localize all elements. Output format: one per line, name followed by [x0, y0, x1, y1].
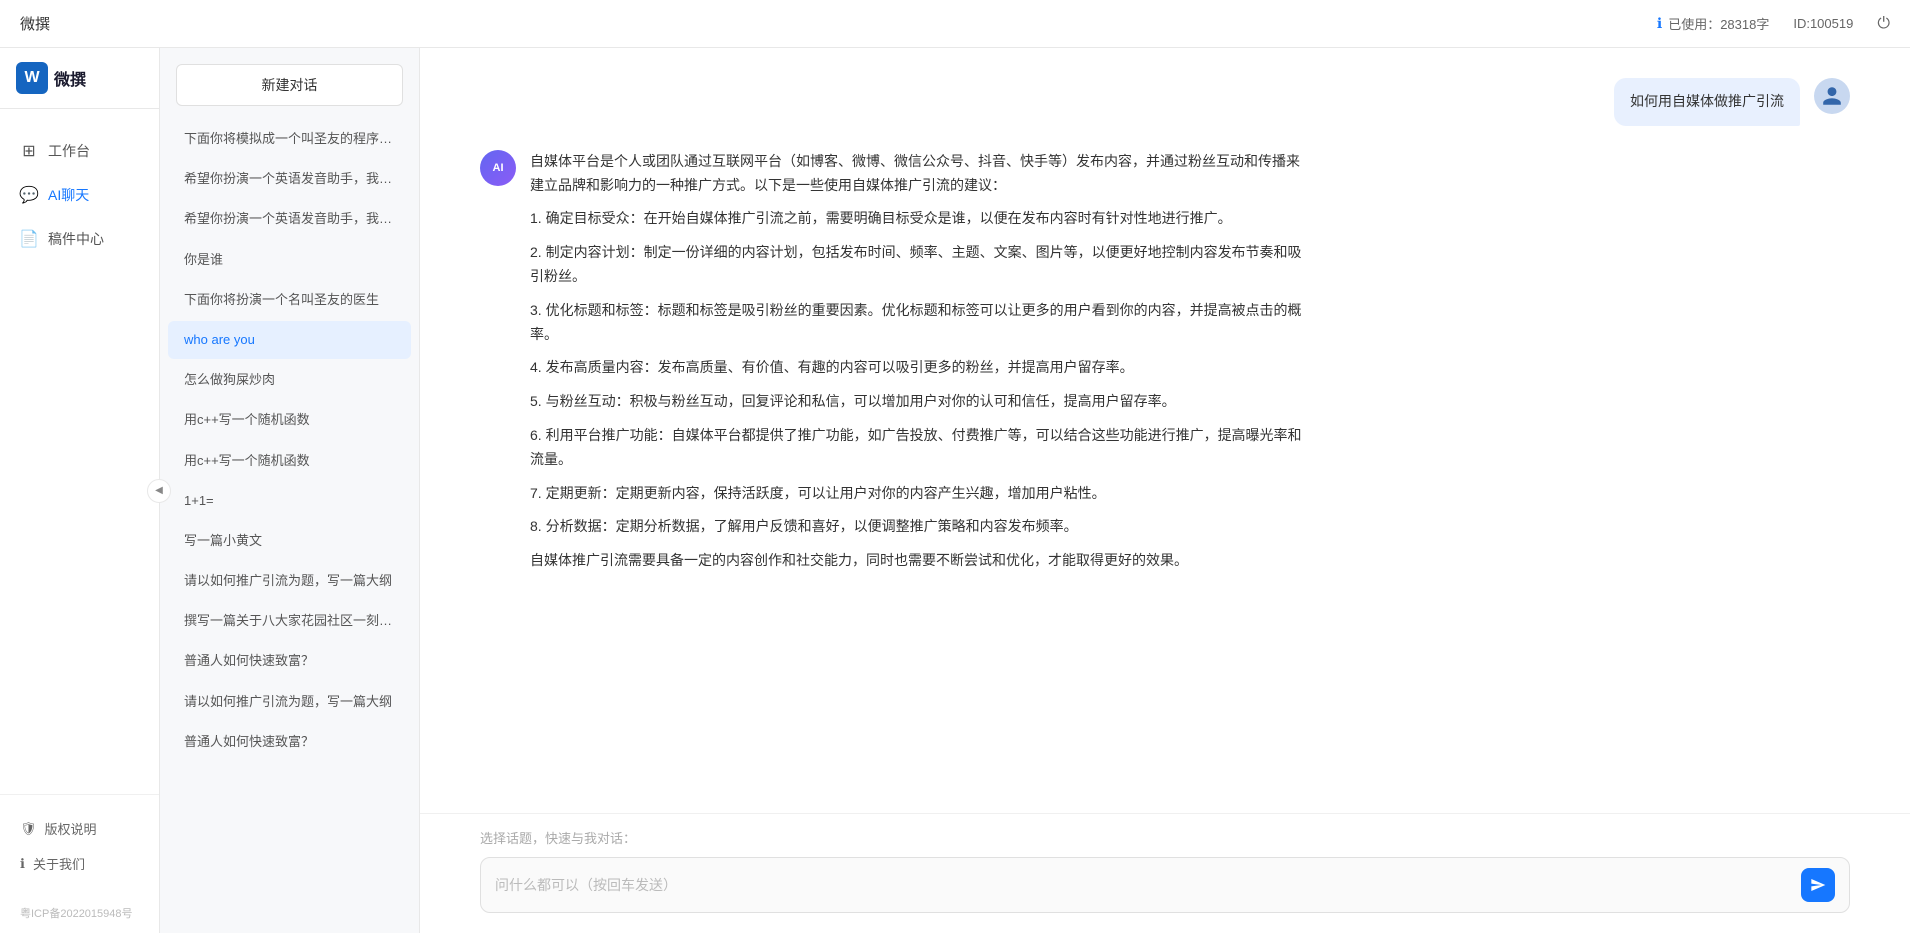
chat-history-panel: 新建对话 下面你将模拟成一个叫圣友的程序员，我说... 希望你扮演一个英语发音助…	[160, 48, 420, 933]
power-icon[interactable]: ⏻	[1877, 15, 1890, 33]
list-item[interactable]: 用c++写一个随机函数	[168, 401, 411, 439]
ai-message-bubble: 自媒体平台是个人或团队通过互联网平台（如博客、微博、微信公众号、抖音、快手等）发…	[530, 150, 1310, 583]
list-item[interactable]: 你是谁	[168, 241, 411, 279]
ai-point-7: 7. 定期更新：定期更新内容，保持活跃度，可以让用户对你的内容产生兴趣，增加用户…	[530, 482, 1310, 506]
ai-point-1: 1. 确定目标受众：在开始自媒体推广引流之前，需要明确目标受众是谁，以便在发布内…	[530, 207, 1310, 231]
sidebar-item-copyright[interactable]: 🛡 版权说明	[20, 811, 139, 846]
document-icon: 📄	[20, 230, 38, 248]
ai-point-4: 4. 发布高质量内容：发布高质量、有价值、有趣的内容可以吸引更多的粉丝，并提高用…	[530, 356, 1310, 380]
list-item[interactable]: 下面你将模拟成一个叫圣友的程序员，我说...	[168, 120, 411, 158]
list-item[interactable]: 普通人如何快速致富？	[168, 642, 411, 680]
id-text: ID:100519	[1793, 16, 1853, 31]
sidebar-collapse-button[interactable]: ◀	[147, 479, 171, 503]
quick-topics: 选择话题，快速与我对话：	[480, 828, 1850, 847]
ai-intro: 自媒体平台是个人或团队通过互联网平台（如博客、微博、微信公众号、抖音、快手等）发…	[530, 150, 1310, 198]
chat-main: 如何用自媒体做推广引流 AI 自媒体平台是个人或团队通过互联网平台（如博客、微博…	[420, 48, 1910, 933]
chat-icon: 💬	[20, 186, 38, 204]
topbar: 微撰 ℹ 已使用：28318字 ID:100519 ⏻	[0, 0, 1910, 48]
input-box-wrapper	[480, 857, 1850, 913]
list-item[interactable]: 写一篇小黄文	[168, 522, 411, 560]
topbar-right: ℹ 已使用：28318字 ID:100519 ⏻	[1657, 14, 1890, 33]
sidebar-item-about-label: 关于我们	[33, 854, 85, 873]
list-item[interactable]: 希望你扮演一个英语发音助手，我提供给你...	[168, 200, 411, 238]
list-item-active[interactable]: who are you	[168, 321, 411, 359]
chat-input-area: 选择话题，快速与我对话：	[420, 813, 1910, 933]
sidebar-item-workbench[interactable]: ⊞ 工作台	[0, 129, 159, 173]
sidebar-bottom: 🛡 版权说明 ℹ 关于我们	[0, 794, 159, 897]
list-item[interactable]: 请以如何推广引流为题，写一篇大纲	[168, 562, 411, 600]
list-item[interactable]: 希望你扮演一个英语发音助手，我提供给你...	[168, 160, 411, 198]
send-icon	[1810, 877, 1826, 893]
info-circle-icon: ℹ	[20, 856, 25, 872]
ai-point-2: 2. 制定内容计划：制定一份详细的内容计划，包括发布时间、频率、主题、文案、图片…	[530, 241, 1310, 289]
ai-avatar: AI	[480, 150, 516, 186]
main-layout: W 微撰 ⊞ 工作台 💬 AI聊天 📄 稿件中心 🛡 版权说明	[0, 48, 1910, 933]
list-item[interactable]: 普通人如何快速致富？	[168, 723, 411, 761]
list-item[interactable]: 1+1=	[168, 482, 411, 520]
new-chat-button[interactable]: 新建对话	[176, 64, 403, 106]
sidebar-item-drafts-label: 稿件中心	[48, 229, 104, 249]
user-bubble-text: 如何用自媒体做推广引流	[1614, 78, 1800, 126]
ai-point-5: 5. 与粉丝互动：积极与粉丝互动，回复评论和私信，可以增加用户对你的认可和信任，…	[530, 390, 1310, 414]
topbar-usage: ℹ 已使用：28318字	[1657, 14, 1769, 33]
shield-icon: 🛡	[20, 821, 37, 837]
usage-text: 已使用：28318字	[1668, 14, 1769, 33]
list-item[interactable]: 下面你将扮演一个名叫圣友的医生	[168, 281, 411, 319]
sidebar-item-ai-chat[interactable]: 💬 AI聊天	[0, 173, 159, 217]
ai-outro: 自媒体推广引流需要具备一定的内容创作和社交能力，同时也需要不断尝试和优化，才能取…	[530, 549, 1310, 573]
user-message-bubble: 如何用自媒体做推广引流	[1614, 78, 1800, 126]
logo-w-icon: W	[16, 62, 48, 94]
sidebar-item-drafts[interactable]: 📄 稿件中心	[0, 217, 159, 261]
ai-point-3: 3. 优化标题和标签：标题和标签是吸引粉丝的重要因素。优化标题和标签可以让更多的…	[530, 299, 1310, 347]
grid-icon: ⊞	[20, 142, 38, 160]
logo-text: 微撰	[54, 66, 86, 90]
ai-point-6: 6. 利用平台推广功能：自媒体平台都提供了推广功能，如广告投放、付费推广等，可以…	[530, 424, 1310, 472]
chat-history-list: 下面你将模拟成一个叫圣友的程序员，我说... 希望你扮演一个英语发音助手，我提供…	[160, 114, 419, 933]
sidebar-item-copyright-label: 版权说明	[45, 819, 97, 838]
copyright-text: 粤ICP备2022015948号	[0, 897, 159, 933]
chat-messages: 如何用自媒体做推广引流 AI 自媒体平台是个人或团队通过互联网平台（如博客、微博…	[420, 48, 1910, 813]
sidebar-item-workbench-label: 工作台	[48, 141, 90, 161]
sidebar-nav: ⊞ 工作台 💬 AI聊天 📄 稿件中心	[0, 109, 159, 794]
list-item[interactable]: 用c++写一个随机函数	[168, 442, 411, 480]
list-item[interactable]: 请以如何推广引流为题，写一篇大纲	[168, 683, 411, 721]
list-item[interactable]: 怎么做狗屎炒肉	[168, 361, 411, 399]
ai-point-8: 8. 分析数据：定期分析数据，了解用户反馈和喜好，以便调整推广策略和内容发布频率…	[530, 515, 1310, 539]
sidebar-item-about[interactable]: ℹ 关于我们	[20, 846, 139, 881]
user-avatar-icon	[1821, 85, 1843, 107]
topbar-title: 微撰	[20, 13, 50, 34]
logo-area: W 微撰	[0, 48, 159, 109]
ai-message-row: AI 自媒体平台是个人或团队通过互联网平台（如博客、微博、微信公众号、抖音、快手…	[480, 150, 1850, 583]
user-message-row: 如何用自媒体做推广引流	[480, 78, 1850, 126]
user-avatar	[1814, 78, 1850, 114]
sidebar-item-ai-chat-label: AI聊天	[48, 185, 89, 205]
sidebar: W 微撰 ⊞ 工作台 💬 AI聊天 📄 稿件中心 🛡 版权说明	[0, 48, 160, 933]
chat-input[interactable]	[495, 873, 1791, 897]
send-button[interactable]	[1801, 868, 1835, 902]
list-item[interactable]: 撰写一篇关于八大家花园社区一刻钟便民生...	[168, 602, 411, 640]
info-icon: ℹ	[1657, 15, 1662, 32]
